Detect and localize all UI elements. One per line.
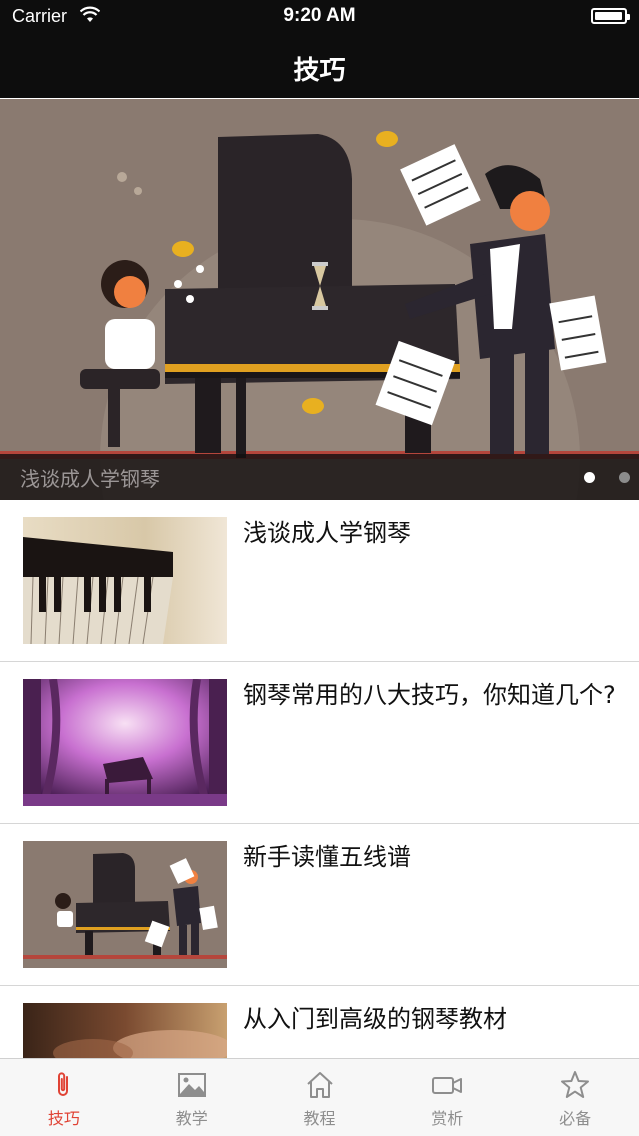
battery-icon xyxy=(591,8,630,24)
article-thumbnail xyxy=(23,517,227,644)
tab-label: 必备 xyxy=(559,1109,592,1128)
banner-carousel[interactable]: 浅谈成人学钢琴 xyxy=(0,99,639,500)
home-icon xyxy=(306,1072,333,1098)
article-thumbnail xyxy=(23,1003,227,1058)
article-row[interactable]: 新手读懂五线谱 xyxy=(0,824,639,986)
article-row[interactable]: 浅谈成人学钢琴 xyxy=(0,500,639,662)
paperclip-icon xyxy=(58,1072,68,1096)
tab-appreciation[interactable]: 赏析 xyxy=(383,1059,511,1136)
banner-caption: 浅谈成人学钢琴 xyxy=(20,467,160,491)
battery-level xyxy=(595,12,622,20)
page-title: 技巧 xyxy=(293,56,346,86)
tab-tutorials[interactable]: 教程 xyxy=(256,1059,384,1136)
banner-illustration xyxy=(0,99,639,500)
article-row[interactable]: 钢琴常用的八大技巧，你知道几个? xyxy=(0,662,639,824)
tab-essentials[interactable]: 必备 xyxy=(511,1059,639,1136)
tab-teaching[interactable]: 教学 xyxy=(128,1059,256,1136)
page-indicator-dot-2[interactable] xyxy=(619,472,630,483)
article-title: 浅谈成人学钢琴 xyxy=(243,519,411,547)
banner-caption-bar: 浅谈成人学钢琴 xyxy=(0,454,639,500)
article-row[interactable]: 从入门到高级的钢琴教材 xyxy=(0,986,639,1058)
video-camera-icon xyxy=(432,1077,463,1094)
hands-on-piano-photo xyxy=(23,1003,227,1058)
article-title: 新手读懂五线谱 xyxy=(243,843,411,871)
navigation-bar: 技巧 xyxy=(0,34,639,98)
piano-keys-photo xyxy=(23,517,227,644)
tab-label: 赏析 xyxy=(431,1109,464,1128)
article-title: 从入门到高级的钢琴教材 xyxy=(243,1005,507,1033)
tab-label: 教学 xyxy=(175,1109,208,1128)
tab-bar: 技巧 教学 教程 赏析 必备 xyxy=(0,1058,639,1136)
page-indicator-dot-1[interactable] xyxy=(584,472,595,483)
star-icon xyxy=(561,1071,590,1098)
tab-label: 技巧 xyxy=(47,1109,80,1128)
purple-forest-piano-photo xyxy=(23,679,227,806)
article-thumbnail xyxy=(23,679,227,806)
tab-skills[interactable]: 技巧 xyxy=(0,1059,128,1136)
article-thumbnail xyxy=(23,841,227,968)
image-icon xyxy=(177,1073,206,1097)
clock: 9:20 AM xyxy=(283,5,356,26)
tab-label: 教程 xyxy=(303,1109,336,1128)
status-bar: Carrier 9:20 AM xyxy=(0,0,639,34)
piano-cartoon-illustration xyxy=(23,841,227,968)
article-title: 钢琴常用的八大技巧，你知道几个? xyxy=(243,681,616,709)
article-list[interactable]: 浅谈成人学钢琴 钢琴常用的八大技巧，你知道几个? 新手读懂五线谱 从入门到高级的… xyxy=(0,500,639,1058)
